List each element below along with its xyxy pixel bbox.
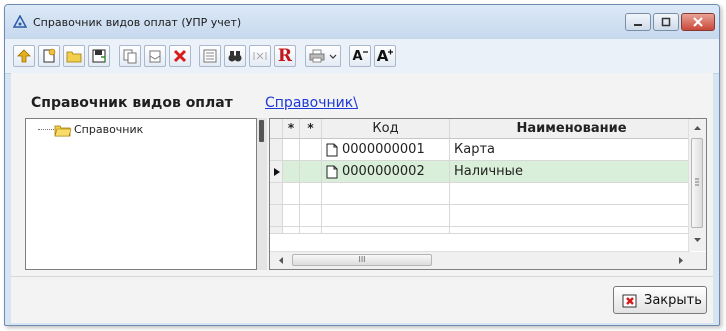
table-row[interactable]: 0000000001 Карта (270, 139, 690, 161)
scroll-up-icon[interactable] (689, 121, 706, 135)
font-increase-button[interactable]: A (374, 45, 396, 67)
code-cell[interactable]: 0000000001 (322, 139, 450, 160)
name-cell[interactable]: Карта (450, 139, 690, 160)
splitter-grip[interactable] (259, 120, 264, 142)
exit-icon (622, 294, 637, 308)
copy-button[interactable] (119, 45, 141, 67)
scroll-right-icon[interactable] (674, 252, 688, 269)
tree-connector (38, 129, 54, 130)
footer: Закрыть (11, 276, 713, 323)
paste-button[interactable] (144, 45, 166, 67)
binoculars-icon (228, 51, 242, 62)
paste-icon (149, 50, 161, 63)
minimize-button[interactable] (625, 13, 651, 31)
column-header-name[interactable]: Наименование (450, 119, 690, 138)
row-indicator (270, 139, 283, 160)
document-icon (326, 143, 338, 157)
close-window-button[interactable] (681, 13, 715, 31)
panel-splitter[interactable] (257, 118, 267, 270)
code-value: 0000000001 (342, 142, 425, 157)
page-title: Справочник видов оплат (31, 95, 233, 111)
folder-tree[interactable]: Справочник (25, 118, 257, 270)
printer-icon (309, 49, 325, 63)
close-button[interactable]: Закрыть (613, 286, 707, 314)
title-bar[interactable]: Справочник видов оплат (УПР учет) (5, 5, 719, 38)
scroll-corner (689, 252, 706, 269)
close-icon (693, 17, 703, 27)
copy-icon (123, 49, 137, 64)
column-header-mark[interactable]: * (283, 119, 300, 138)
toolbar: R A A (5, 38, 719, 74)
go-up-icon (17, 49, 31, 63)
vertical-scrollbar[interactable] (688, 119, 706, 251)
scroll-left-icon[interactable] (274, 252, 288, 269)
grid-header: * * Код Наименование (270, 119, 690, 139)
horizontal-scroll-thumb[interactable]: III (292, 254, 432, 266)
maximize-button[interactable] (653, 13, 679, 31)
code-cell[interactable]: 0000000002 (322, 161, 450, 182)
name-cell[interactable]: Наличные (450, 161, 690, 182)
filter-button[interactable] (249, 45, 271, 67)
column-header-code[interactable]: Код (322, 119, 450, 138)
save-icon (92, 49, 106, 63)
delete-icon (173, 49, 187, 63)
data-grid: * * Код Наименование 0000000001 Карта 00… (269, 118, 707, 270)
vertical-scroll-thumb[interactable] (691, 138, 703, 228)
maximize-icon (661, 17, 671, 27)
list-icon (203, 49, 217, 63)
current-row-arrow-icon (274, 168, 280, 176)
go-up-button[interactable] (13, 45, 35, 67)
row-indicator-header (270, 119, 283, 138)
minimize-icon (634, 24, 642, 26)
save-button[interactable] (88, 45, 110, 67)
breadcrumb-link[interactable]: Справочник\ (265, 95, 358, 111)
delete-button[interactable] (169, 45, 191, 67)
font-decrease-button[interactable]: A (349, 45, 371, 67)
print-button[interactable] (305, 45, 341, 67)
r-button[interactable]: R (274, 45, 296, 67)
row-indicator (270, 161, 283, 182)
font-increase-icon: A (376, 47, 389, 65)
close-button-label: Закрыть (644, 293, 702, 308)
empty-row (270, 205, 690, 227)
scroll-down-icon[interactable] (689, 233, 706, 247)
font-decrease-icon: A (352, 48, 363, 64)
filter-icon (253, 52, 267, 60)
window-title: Справочник видов оплат (УПР учет) (33, 16, 242, 29)
empty-row (270, 183, 690, 205)
search-button[interactable] (224, 45, 246, 67)
folder-button[interactable] (63, 45, 85, 67)
chevron-down-icon (329, 54, 337, 59)
tree-item-label[interactable]: Справочник (74, 123, 143, 136)
dialog-window: Справочник видов оплат (УПР учет) R A A … (4, 4, 720, 326)
table-row-selected[interactable]: 0000000002 Наличные (270, 161, 690, 183)
folder-icon (66, 51, 82, 63)
new-folder-icon (43, 48, 56, 63)
horizontal-scrollbar[interactable]: III (270, 251, 690, 269)
main-panel: Справочник видов оплат Справочник\ Справ… (11, 73, 713, 276)
new-folder-button[interactable] (38, 45, 60, 67)
app-icon (13, 15, 27, 28)
r-label: R (277, 45, 293, 66)
document-icon (326, 165, 338, 179)
empty-row (270, 227, 690, 234)
folder-icon (54, 125, 72, 137)
column-header-mark[interactable]: * (300, 119, 322, 138)
code-value: 0000000002 (342, 164, 425, 179)
list-button[interactable] (199, 45, 221, 67)
